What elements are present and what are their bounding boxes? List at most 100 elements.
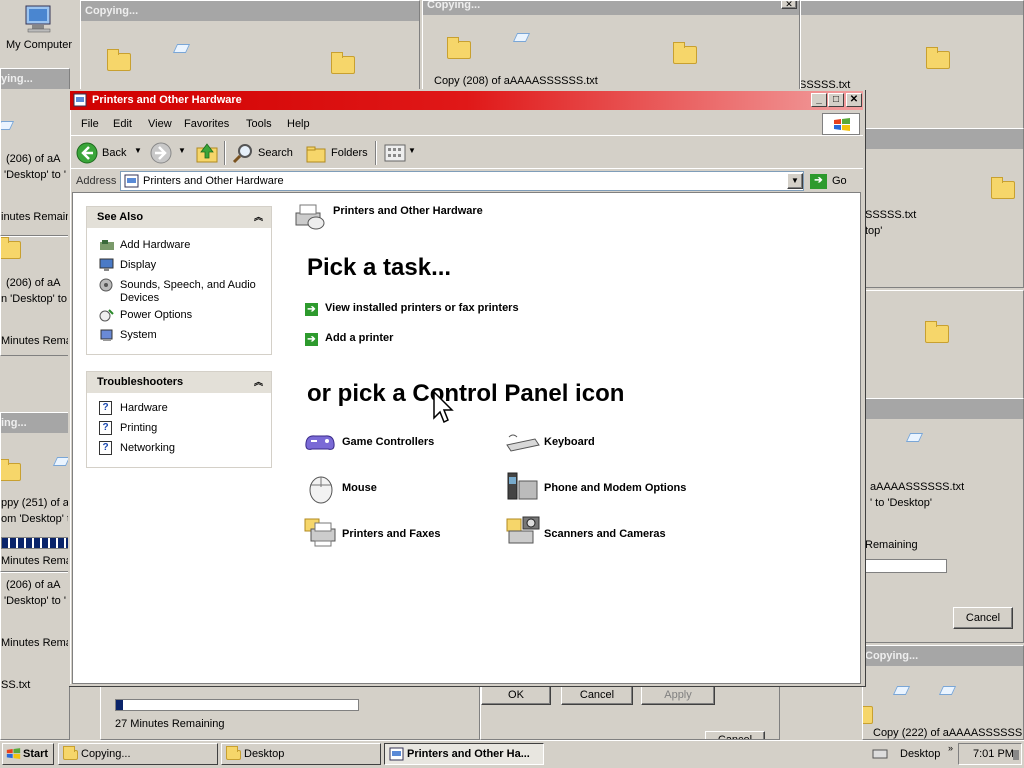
see-also-header[interactable]: See Also ︽ [87, 207, 271, 228]
taskbar-item-printers[interactable]: Printers and Other Ha... [384, 743, 544, 765]
folder-icon [63, 746, 78, 760]
windows-flag-icon [834, 118, 850, 131]
chevron-down-icon[interactable]: ▼ [178, 146, 186, 155]
keyboard-icon [506, 434, 540, 452]
paper-icon [905, 433, 924, 442]
dialog-title: Copying... [81, 1, 419, 21]
copy-file-label: ppy (251) of a [1, 497, 69, 509]
copy-destination-label: n 'Desktop' to [1, 293, 67, 305]
toolbar-separator [224, 141, 226, 165]
folder-icon [673, 42, 697, 64]
menu-view[interactable]: View [148, 118, 172, 130]
cpl-mouse[interactable]: Mouse [342, 482, 377, 494]
cpl-keyboard[interactable]: Keyboard [544, 436, 595, 448]
folders-icon [306, 146, 326, 163]
copy-file-label: Copy (222) of aAAAASSSSSS.txt [873, 727, 1024, 739]
copy-file-label: (206) of aA [6, 277, 61, 289]
copy-dialog-left-1: ying... (206) of aA 'Desktop' to ' inute… [0, 68, 70, 236]
menu-tools[interactable]: Tools [246, 118, 272, 130]
tray-chevron-icon[interactable]: » [948, 743, 953, 753]
search-button[interactable]: Search [230, 141, 296, 165]
search-icon [232, 144, 252, 164]
mouse-icon [309, 476, 333, 504]
collapse-icon[interactable]: ︽ [254, 207, 263, 228]
taskbar-item-desktop[interactable]: Desktop [221, 743, 381, 765]
cpl-phone-modem[interactable]: Phone and Modem Options [544, 482, 686, 494]
minimize-button[interactable]: _ [811, 93, 827, 107]
window-title: Printers and Other Hardware [92, 94, 242, 106]
folder-icon [331, 52, 355, 74]
dialog-title: Copying... [863, 646, 1023, 666]
phone-modem-icon [507, 472, 538, 500]
paper-icon [938, 686, 957, 695]
tray-desktop-label[interactable]: Desktop [900, 748, 940, 760]
desktop-icon-my-computer[interactable]: My Computer [0, 0, 80, 68]
taskbar-item-copying[interactable]: Copying... [58, 743, 218, 765]
taskbar-tray-toggle[interactable] [872, 747, 888, 763]
window-titlebar[interactable]: Printers and Other Hardware _ □ ✕ [70, 91, 863, 110]
address-field[interactable]: Printers and Other Hardware ▼ [120, 171, 804, 191]
folders-button[interactable]: Folders [303, 141, 369, 165]
menu-edit[interactable]: Edit [113, 118, 132, 130]
copy-file-label: (206) of aA [6, 153, 61, 165]
folder-icon [925, 321, 949, 343]
control-panel-icon [73, 93, 87, 107]
windows-logo [822, 113, 860, 135]
cancel-button[interactable]: Cancel [705, 731, 765, 739]
task-add-printer[interactable]: Add a printer [325, 332, 393, 344]
dialog-title [863, 129, 1023, 149]
time-remaining-label: Minutes Remai [1, 335, 70, 347]
properties-dialog-bottom: OK Cancel Apply Cancel [480, 686, 780, 740]
toolbar-separator [375, 141, 377, 165]
address-dropdown-button[interactable]: ▼ [787, 173, 803, 189]
see-also-power-options[interactable]: Power Options [120, 309, 192, 321]
troubleshooters-header[interactable]: Troubleshooters ︽ [87, 372, 271, 393]
see-also-sounds-line2[interactable]: Devices [120, 292, 159, 304]
menu-file[interactable]: File [81, 118, 99, 130]
cpl-scanners-cameras[interactable]: Scanners and Cameras [544, 528, 666, 540]
menu-favorites[interactable]: Favorites [184, 118, 229, 130]
forward-arrow-icon [150, 142, 172, 164]
views-button[interactable]: ▼ [382, 141, 416, 165]
apply-button[interactable]: Apply [641, 687, 715, 705]
troubleshooter-networking[interactable]: Networking [120, 442, 175, 454]
paper-icon [172, 44, 191, 53]
collapse-icon[interactable]: ︽ [254, 372, 263, 393]
folder-icon [226, 746, 241, 760]
maximize-button[interactable]: □ [828, 93, 844, 107]
start-button[interactable]: Start [2, 743, 54, 765]
my-computer-label: My Computer [6, 39, 73, 51]
see-also-add-hardware[interactable]: Add Hardware [120, 239, 190, 251]
ok-button[interactable]: OK [481, 687, 551, 705]
troubleshooter-printing[interactable]: Printing [120, 422, 157, 434]
dialog-title [863, 399, 1023, 419]
clock[interactable]: 7:01 PM [973, 748, 1014, 760]
see-also-sounds[interactable]: Sounds, Speech, and Audio [120, 279, 256, 291]
folder-icon [1, 459, 21, 481]
troubleshooter-hardware[interactable]: Hardware [120, 402, 168, 414]
task-view-printers[interactable]: View installed printers or fax printers [325, 302, 519, 314]
cpl-game-controllers[interactable]: Game Controllers [342, 436, 434, 448]
see-also-display[interactable]: Display [120, 259, 156, 271]
forward-button[interactable]: ▼ [148, 141, 188, 165]
close-button[interactable]: ✕ [846, 93, 862, 107]
toolbar: Back ▼ ▼ Search Folders ▼ [70, 137, 863, 169]
help-icon: ? [99, 421, 112, 435]
cpl-printers-faxes[interactable]: Printers and Faxes [342, 528, 440, 540]
taskbar: Start Copying... Desktop Printers and Ot… [0, 740, 1024, 768]
cancel-button[interactable]: Cancel [953, 607, 1013, 629]
paper-icon [512, 33, 531, 42]
folder-icon [926, 47, 950, 69]
time-remaining-label: inutes Remain [1, 211, 70, 223]
see-also-title: See Also [97, 211, 144, 223]
cancel-button[interactable]: Cancel [561, 687, 633, 705]
up-folder-icon[interactable] [195, 142, 219, 164]
see-also-system[interactable]: System [120, 329, 157, 341]
go-button[interactable]: ➔ Go [810, 171, 854, 191]
chevron-down-icon[interactable]: ▼ [134, 146, 142, 155]
add-hardware-icon [100, 240, 114, 250]
menu-help[interactable]: Help [287, 118, 310, 130]
game-controllers-icon [305, 435, 335, 450]
back-button[interactable]: Back ▼ [74, 141, 144, 165]
close-button[interactable]: ✕ [781, 1, 797, 9]
